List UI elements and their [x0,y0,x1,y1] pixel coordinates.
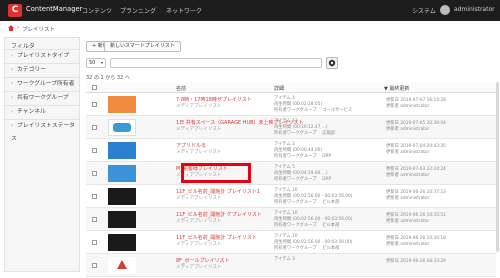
playlist-type: メディアプレイリスト [176,196,222,201]
table-row[interactable]: 8F_ボールプレイリスト メディアプレイリスト アイテム 3 更新日 2019-… [86,254,496,277]
table-row[interactable]: 11F_ビル名前_開館計 ケプレイリスト メディアプレイリスト アイテム 10 … [86,208,496,231]
playlist-thumbnail[interactable] [108,119,136,136]
playlist-thumbnail[interactable] [108,188,136,205]
table-row[interactable]: 11F_ビル名前_開館計 プレイリスト メディアプレイリスト アイテム 10 再… [86,231,496,254]
updated-date: 更新日 2019-06-26 08:33:28 [386,259,446,264]
filter-category[interactable]: › カテゴリー [5,63,79,77]
nav-planning[interactable]: プランニング [120,6,156,15]
table-header: 名前 詳細 ▼ 最終更新 [86,82,496,93]
breadcrumb-current: プレイリスト [22,27,56,33]
playlist-type: メディアプレイリスト [176,127,222,132]
playlist-thumbnail[interactable] [108,234,136,251]
filter-workgroup-owner[interactable]: › ワークグループ所有者 [5,77,79,91]
playlist-type: メディアプレイリスト [176,219,222,224]
playlist-thumbnail[interactable] [108,96,136,113]
filter-sidebar: フィルタ › プレイリストタイプ › カテゴリー › ワークグループ所有者 › 共有ワー… [4,37,80,272]
row-checkbox[interactable] [92,171,97,176]
playlist-thumbnail[interactable] [108,211,136,228]
column-name-header[interactable]: 名前 [176,85,186,92]
new-smart-playlist-button[interactable]: 新しいスマートプレイリスト [104,41,181,52]
updated-by: 更新者 administrator [386,219,430,224]
result-count: 32 の 1 から 32 へ [86,75,130,81]
owner-workgroup: 所有者ワークグループ ゴールサービス [274,108,353,113]
app-name[interactable]: ContentManager [26,5,83,13]
owner-workgroup: 所有者ワークグループ ビル本部 [274,246,340,251]
row-checkbox[interactable] [92,240,97,245]
filter-playlist-type[interactable]: › プレイリストタイプ [5,49,79,63]
playlist-title-link[interactable]: 8F_ボールプレイリスト [176,257,230,264]
breadcrumb-separator: › [17,25,20,31]
owner-workgroup: 所有者ワークグループ DRP [274,154,332,159]
column-detail-header[interactable]: 詳細 [274,85,284,92]
playlist-type: メディアプレイリスト [176,104,222,109]
table-row[interactable]: 1日 共有スペース（GARAGE HUB）未上映プレイリスト メディアプレイリス… [86,116,496,139]
updated-by: 更新者 administrator [386,242,430,247]
filter-shared-workgroup[interactable]: › 共有ワークグループ [5,91,79,105]
filter-channel[interactable]: › チャンネル [5,105,79,119]
nav-network[interactable]: ネットワーク [166,6,202,15]
table-row[interactable]: 7-8時・17時18時ザプレイリスト メディアプレイリスト アイテム 4 再生時… [86,93,496,116]
row-checkbox[interactable] [92,102,97,107]
playlist-thumbnail[interactable] [108,142,136,159]
page-size-select[interactable]: 50 ▾ [86,58,106,68]
playlist-type: メディアプレイリスト [176,242,222,247]
updated-by: 更新者 administrator [386,127,430,132]
row-checkbox[interactable] [92,194,97,199]
row-checkbox[interactable] [92,217,97,222]
owner-workgroup: 所有者ワークグループ ビル本部 [274,223,340,228]
row-checkbox[interactable] [92,263,97,268]
table-row[interactable]: M_顧客様プレイリスト メディアプレイリスト アイテム 5 再生時間 (00:0… [86,162,496,185]
table-row[interactable]: 11F_ビル名前_開館計 プレイリスト1 メディアプレイリスト アイテム 10 … [86,185,496,208]
row-checkbox[interactable] [92,148,97,153]
updated-by: 更新者 administrator [386,173,430,178]
nav-contents[interactable]: コンテンツ [82,6,112,15]
vertical-scrollbar[interactable] [496,82,499,252]
updated-by: 更新者 administrator [386,104,430,109]
item-count: アイテム 3 [274,257,295,262]
playlist-table: 名前 詳細 ▼ 最終更新 7-8時・17時18時ザプレイリスト メディアプレイリ… [86,82,496,278]
app-logo[interactable]: C [8,4,22,17]
top-nav: C ContentManager コンテンツ プランニング ネットワーク システ… [0,0,500,21]
nav-system[interactable]: システム [412,6,436,15]
filter-playlist-status[interactable]: › プレイリストステータス [5,119,79,142]
nav-user[interactable]: administrator [454,6,495,13]
gear-icon [328,59,336,67]
logo-thumbnail-icon [117,260,127,269]
table-row[interactable]: アプリドルる メディアプレイリスト アイテム 3 再生時間 (00:00:44.… [86,139,496,162]
user-avatar-icon[interactable] [440,5,450,15]
owner-workgroup: 所有者ワークグループ ビル本部 [274,200,340,205]
highlight-box [181,163,251,183]
owner-workgroup: 所有者ワークグループ DRP [274,177,332,182]
settings-button[interactable] [326,57,338,69]
playlist-title-link[interactable]: 11F_ビル名前_開館計 プレイリスト1 [176,188,260,195]
select-all-checkbox[interactable] [92,85,97,90]
playlist-type: メディアプレイリスト [176,150,222,155]
search-input[interactable] [110,58,322,68]
playlist-title-link[interactable]: 7-8時・17時18時ザプレイリスト [176,96,252,103]
playlist-thumbnail[interactable] [108,165,136,182]
thumbnail-graphic [113,123,131,132]
playlist-thumbnail[interactable] [108,257,136,274]
playlist-type: メディアプレイリスト [176,265,222,270]
playlist-title-link[interactable]: 11F_ビル名前_開館計 ケプレイリスト [176,211,262,218]
playlist-title-link[interactable]: アプリドルる [176,142,206,149]
playlist-title-link[interactable]: 11F_ビル名前_開館計 プレイリスト [176,234,257,241]
owner-workgroup: 所有者ワークグループ 広報部 [274,131,336,136]
column-updated-header[interactable]: ▼ 最終更新 [384,85,409,92]
home-icon[interactable] [8,25,14,31]
updated-by: 更新者 administrator [386,196,430,201]
row-checkbox[interactable] [92,125,97,130]
updated-by: 更新者 administrator [386,150,430,155]
chevron-down-icon: ▾ [100,60,103,65]
